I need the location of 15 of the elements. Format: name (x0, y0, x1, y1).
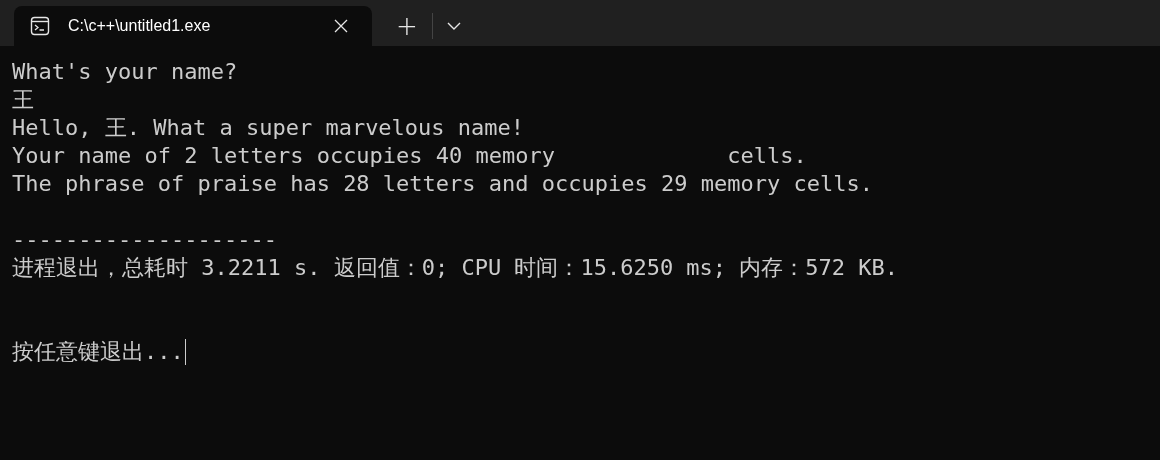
separator-line: -------------------- (12, 226, 277, 254)
tab-title: C:\c++\untitled1.exe (68, 17, 212, 35)
console-line: Your name of 2 letters occupies 40 memory cells. (12, 142, 807, 170)
console-line: The phrase of praise has 28 letters and occupies 29 memory cells. (12, 170, 873, 198)
new-tab-button[interactable]: + (382, 6, 432, 46)
close-icon[interactable] (334, 19, 348, 33)
console-icon (30, 16, 50, 36)
dropdown-chevron-icon[interactable] (447, 22, 461, 30)
exit-status-line: 进程退出，总耗时 3.2211 s. 返回值：0; CPU 时间：15.6250 ms; 内存：572 KB. (12, 254, 899, 282)
console-line: 王 (12, 86, 34, 114)
prompt-line: 按任意键退出... (12, 338, 184, 366)
console-line: What's your name? (12, 58, 238, 86)
console-line: Hello, 王. What a super marvelous name! (12, 114, 525, 142)
text-cursor (184, 339, 186, 365)
terminal-tab[interactable]: C:\c++\untitled1.exe (14, 6, 372, 46)
